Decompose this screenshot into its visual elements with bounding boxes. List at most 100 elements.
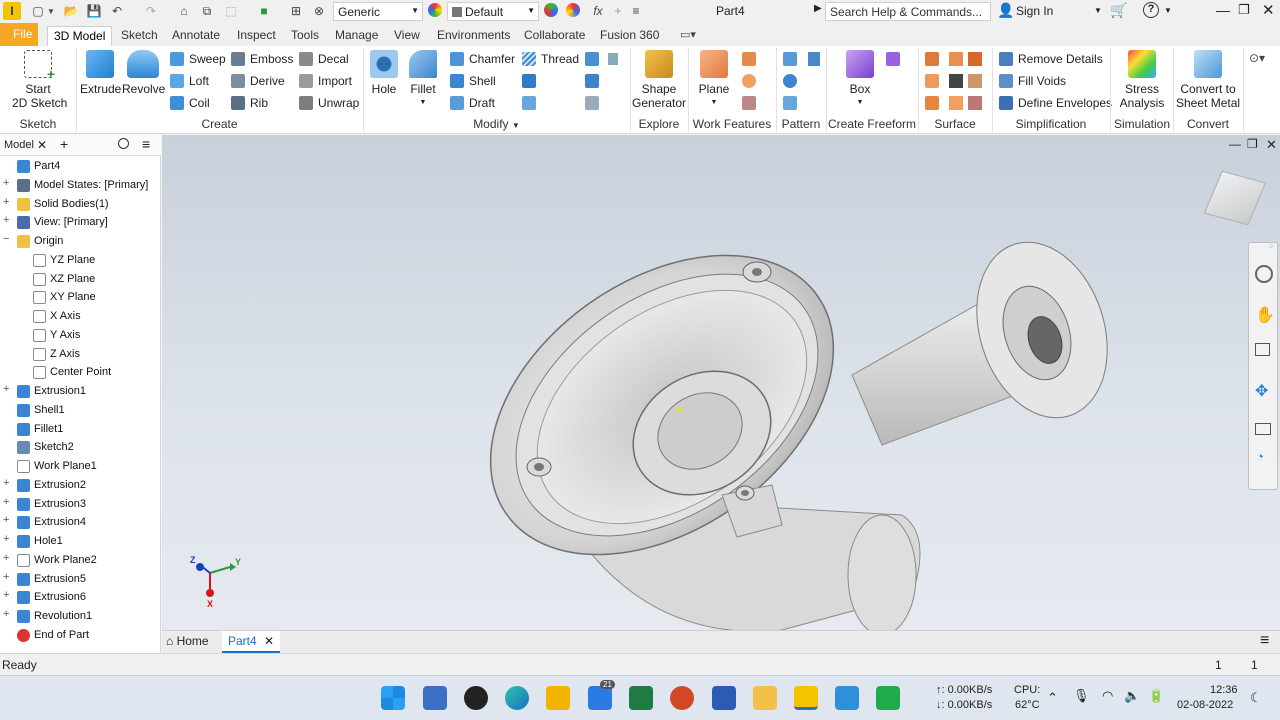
tab-part4[interactable]: Part4 ✕ [222,631,281,653]
graphics-viewport[interactable]: X Y Z — ❐ ✕ ○ ✋ ✥ ◔ [162,135,1280,630]
plus-icon[interactable]: + [612,3,624,19]
clock-time[interactable]: 12:36 [1210,684,1238,696]
combine-button[interactable] [522,94,541,112]
emboss-button[interactable]: Emboss [231,50,293,68]
tab-3d-model[interactable]: 3D Model [47,26,113,46]
surface-replace-button[interactable] [925,94,982,112]
close-panel-icon[interactable]: ✕ [37,138,47,152]
user-icon[interactable]: 👤 [997,2,1014,19]
orbit-icon[interactable]: ✥ [1255,381,1268,401]
volume-icon[interactable]: 🔈 [1124,688,1140,704]
surface-extend-icon[interactable] [968,74,982,88]
look-at-icon[interactable] [1255,423,1271,435]
clock-date[interactable]: 02-08-2022 [1177,699,1233,711]
viewport-restore-icon[interactable]: ❐ [1247,137,1258,151]
tab-file[interactable]: File [0,23,38,46]
zoom-icon[interactable] [1255,343,1270,356]
expand-icon[interactable]: + [3,496,12,507]
word-icon[interactable] [712,686,736,710]
search-icon[interactable] [118,138,129,149]
expand-icon[interactable]: + [3,590,12,601]
search-help-input[interactable]: Search Help & Commands... [825,2,991,21]
import-button[interactable]: Import [299,72,352,90]
sign-in-button[interactable]: Sign In [1016,4,1053,18]
tab-fusion-360[interactable]: Fusion 360 [594,26,665,46]
group-modify-label[interactable]: Modify ▼ [364,117,629,131]
tabs-menu-icon[interactable]: ≡ [1260,632,1269,650]
tree-item[interactable]: Center Point [0,364,160,382]
notifications-icon[interactable]: ☾ [1250,690,1262,706]
photos-icon[interactable] [835,686,859,710]
plane-dropdown-icon[interactable]: ▼ [694,96,734,110]
microphone-icon[interactable]: 🎙 [1073,688,1090,704]
rib-button[interactable]: Rib [231,94,268,112]
tree-item[interactable]: + Extrusion1 [0,383,160,401]
appearance-select[interactable]: Default ▼ [447,2,539,21]
box-button[interactable]: Box ▼ [840,50,880,110]
tab-tools[interactable]: Tools [285,26,325,46]
battery-icon[interactable]: 🔋 [1148,688,1164,704]
mail-icon[interactable]: 21 [588,680,615,710]
ucs-button[interactable] [742,94,761,112]
new-file-icon[interactable]: ▢ [30,3,46,19]
cart-icon[interactable]: 🛒 [1110,2,1127,19]
axis-button[interactable] [742,50,761,68]
material-icon[interactable]: ⊗ [311,3,327,19]
undo-icon[interactable]: ↶ [108,3,126,19]
expand-icon[interactable]: + [3,196,12,207]
tree-item[interactable]: + Extrusion3 [0,496,160,514]
tab-inspect[interactable]: Inspect [231,26,282,46]
minimize-icon[interactable]: — [1216,2,1230,18]
windows-start-icon[interactable] [381,686,405,710]
tree-item[interactable]: Work Plane1 [0,458,160,476]
open-file-icon[interactable]: 📂 [63,3,79,19]
pan-icon[interactable]: ✋ [1255,305,1275,325]
fillet-dropdown-icon[interactable]: ▼ [404,96,442,110]
hole-button[interactable]: Hole [366,50,402,96]
excel-icon[interactable] [629,686,653,710]
inventor-taskbar-icon[interactable] [794,686,818,710]
full-navigation-wheel-icon[interactable] [1255,265,1273,283]
tree-item[interactable]: XZ Plane [0,271,160,289]
unwrap-button[interactable]: Unwrap [299,94,359,112]
restore-icon[interactable]: ❐ [1238,2,1250,18]
tree-item[interactable]: + Extrusion6 [0,589,160,607]
expand-icon[interactable]: + [3,609,12,620]
calculator-icon[interactable] [423,686,447,710]
help-icon[interactable]: ? [1143,2,1159,18]
fx-parameters-icon[interactable]: fx [590,3,606,19]
surface-trim-icon[interactable] [949,74,963,88]
expand-icon[interactable]: + [3,552,12,563]
screen-recorder-icon[interactable] [876,686,900,710]
draft-button[interactable]: Draft [450,94,495,112]
convert-sheet-metal-button[interactable]: Convert to Sheet Metal [1176,50,1240,110]
sweep-button[interactable]: Sweep [170,50,226,68]
chevron-up-icon[interactable]: ⌃ [1047,690,1058,706]
surface-sculpt-icon[interactable] [949,96,963,110]
circular-pattern-button[interactable] [783,72,802,90]
expand-icon[interactable]: + [3,215,12,226]
thicken-button[interactable] [585,50,618,68]
freeform-edit-button[interactable] [886,50,905,68]
tree-item[interactable]: Y Axis [0,327,160,345]
expand-icon[interactable]: + [3,477,12,488]
customize-icon[interactable]: ≡ [630,3,642,19]
loft-button[interactable]: Loft [170,72,209,90]
copy-icon[interactable]: ⧉ [199,3,215,19]
dropdown-arrow-icon[interactable]: ▼ [47,3,55,19]
ribbon-options-icon[interactable]: ⊙▾ [1249,51,1265,65]
tree-item[interactable]: + Extrusion2 [0,477,160,495]
expand-icon[interactable]: + [3,534,12,545]
decal-button[interactable]: Decal [299,50,349,68]
microsoft-store-icon[interactable] [546,686,570,710]
edge-browser-icon[interactable] [505,686,529,710]
box-dropdown-icon[interactable]: ▼ [840,96,880,110]
shape-generator-button[interactable]: Shape Generator [632,50,686,110]
media-player-icon[interactable] [464,686,488,710]
tree-item[interactable]: + View: [Primary] [0,214,160,232]
surface-ruled-button[interactable] [925,72,982,90]
tab-annotate[interactable]: Annotate [166,26,226,46]
split-button[interactable] [522,72,541,90]
inventor-logo-icon[interactable]: I [3,2,21,20]
adjust-appearance-icon[interactable] [544,3,558,17]
